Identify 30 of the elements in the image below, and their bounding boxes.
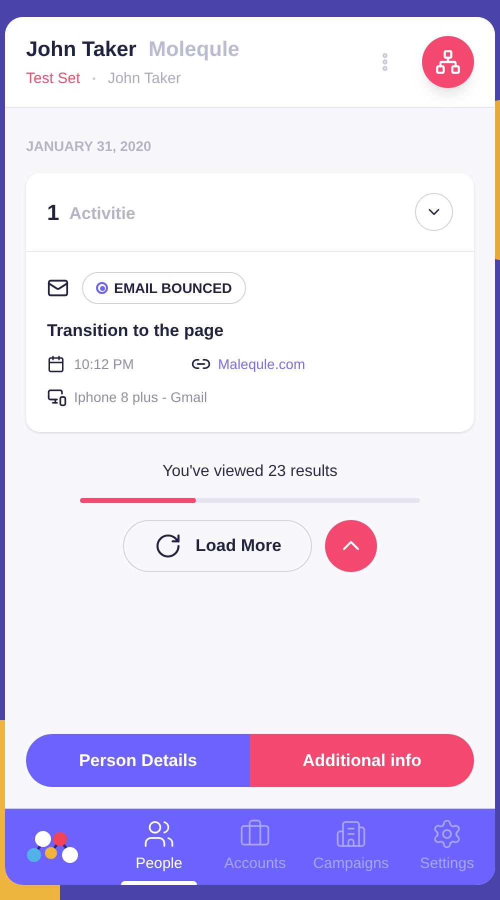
activity-time: 10:12 PM — [74, 354, 135, 374]
scroll-up-button[interactable] — [325, 520, 377, 572]
hierarchy-icon — [435, 49, 461, 75]
device-info: Iphone 8 plus - Gmail — [74, 388, 208, 407]
refresh-icon — [154, 532, 182, 560]
calendar-icon — [47, 355, 65, 373]
chevron-up-icon — [343, 541, 359, 550]
company-name: Molequle — [148, 36, 240, 62]
activity-label: Activitie — [69, 203, 136, 226]
nav-tab[interactable]: People — [111, 809, 207, 885]
nav-tab[interactable]: Campaigns — [303, 809, 399, 885]
activity-count: 1 — [47, 198, 60, 226]
date-label: JANUARY 31, 2020 — [26, 137, 152, 156]
logo-icon — [25, 829, 81, 865]
tab[interactable]: Person Details — [26, 734, 250, 787]
hierarchy-button[interactable] — [422, 36, 474, 88]
site-link[interactable]: Malequle.com — [218, 354, 306, 374]
load-more-button[interactable]: Load More — [123, 520, 312, 572]
person-name: John Taker — [26, 36, 136, 62]
mail-icon — [47, 277, 69, 299]
separator-dot: • — [92, 72, 96, 87]
nav-tab[interactable]: Accounts — [207, 809, 303, 885]
status-badge: EMAIL BOUNCED — [82, 272, 246, 304]
tab[interactable]: Additional info — [250, 734, 474, 787]
results-text: You've viewed 23 results — [161, 462, 338, 482]
set-link[interactable]: Test Set — [26, 68, 80, 90]
activity-title: Transition to the page — [47, 320, 225, 342]
owner-name: John Taker — [108, 69, 181, 89]
devices-icon — [47, 387, 67, 407]
nav-tab[interactable]: Settings — [399, 809, 495, 885]
